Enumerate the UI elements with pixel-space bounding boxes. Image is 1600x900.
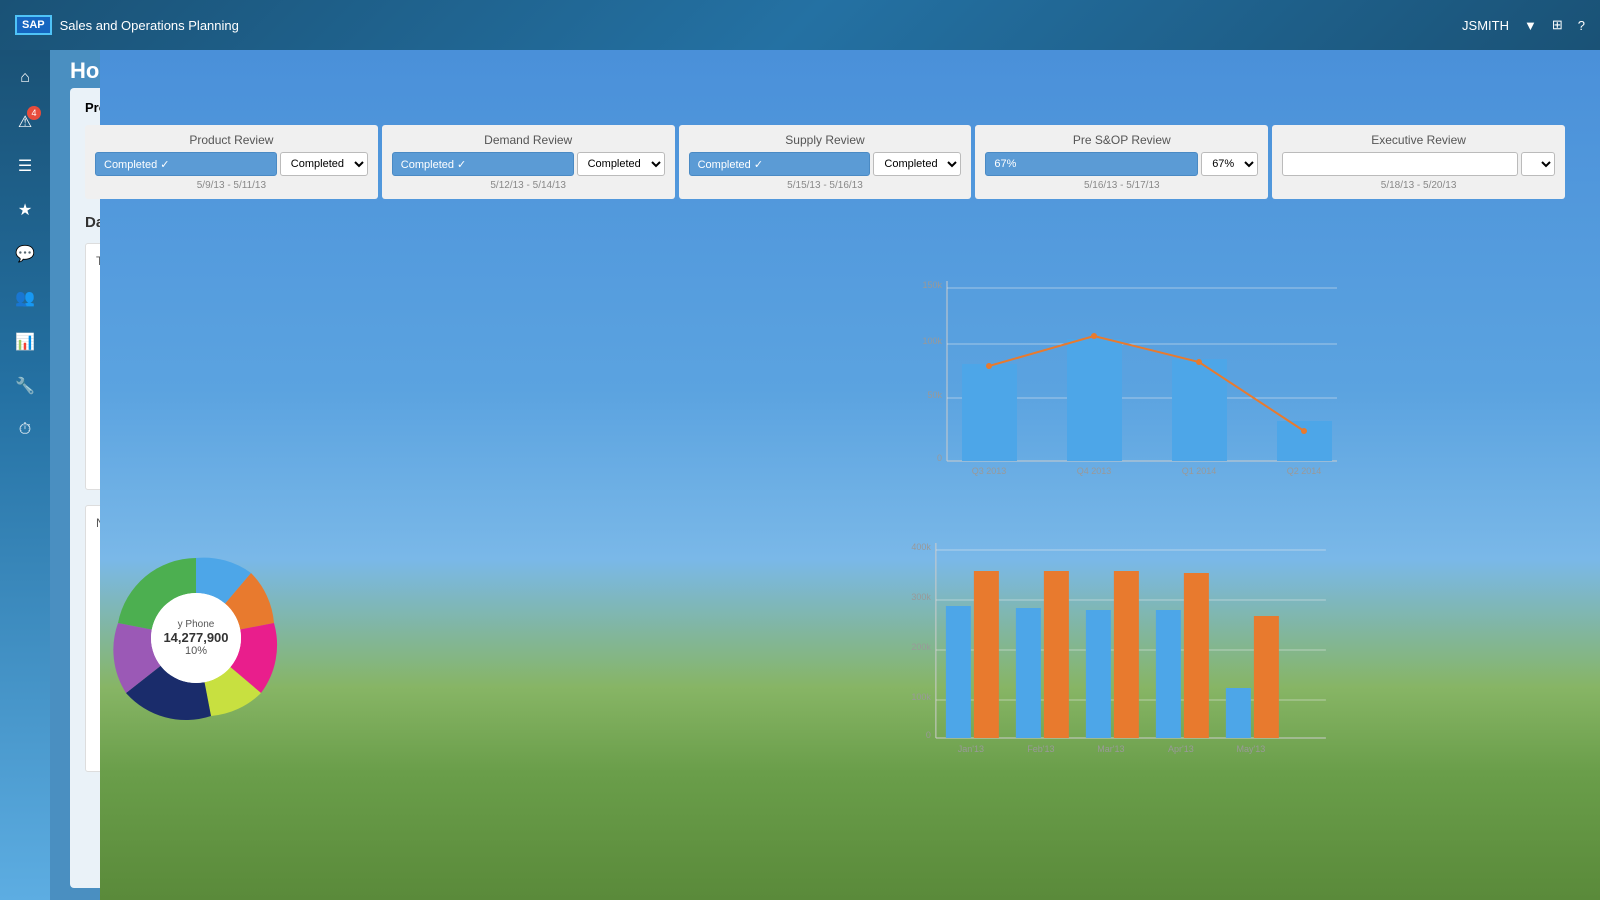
step-demand-review-date: 5/12/13 - 5/14/13: [392, 180, 665, 191]
pie-center-text: y Phone 14,277,900 10%: [151, 593, 241, 683]
npi-actuals-svg: 400k 300k 200k 100k 0: [844, 538, 1388, 758]
pie-center-label: y Phone: [178, 619, 215, 630]
svg-text:400k: 400k: [911, 542, 931, 552]
svg-text:Q3 2013: Q3 2013: [971, 466, 1006, 476]
step-presop-review-date: 5/16/13 - 5/17/13: [985, 180, 1258, 191]
svg-text:Q2 2014: Q2 2014: [1286, 466, 1321, 476]
main-layout: ⌂ ⚠ 4 ☰ ★ 💬 👥 📊 🔧 ⏱ Home Process: Global…: [0, 50, 1600, 900]
step-product-review-date: 5/9/13 - 5/11/13: [95, 180, 368, 191]
svg-text:Mar'13: Mar'13: [1097, 744, 1124, 754]
svg-text:Q4 2013: Q4 2013: [1076, 466, 1111, 476]
dropdown-arrow[interactable]: ▼: [1524, 18, 1537, 33]
step-product-review: Product Review Completed ✓ Completed 5/9…: [85, 125, 378, 199]
svg-text:300k: 300k: [911, 592, 931, 602]
proj-inv-line: [989, 336, 1304, 431]
step-executive-review-title: Executive Review: [1282, 133, 1555, 147]
step-presop-review-btn[interactable]: 67%: [985, 152, 1198, 176]
bar-apr-consensus: [1183, 573, 1208, 738]
svg-text:0: 0: [936, 453, 941, 463]
pie-wrapper: y Phone 14,277,900 10%: [96, 538, 296, 738]
alert-badge: 4: [27, 106, 41, 120]
bar-jan-actual: [945, 606, 970, 738]
sidebar: ⌂ ⚠ 4 ☰ ★ 💬 👥 📊 🔧 ⏱: [0, 50, 50, 900]
line-dot-1: [986, 363, 992, 369]
bar-feb-consensus: [1043, 571, 1068, 738]
step-executive-review-btn[interactable]: [1282, 152, 1518, 176]
top-right-nav: JSMITH ▼ ⊞ ?: [1462, 17, 1585, 33]
npi-target-svg: 150k 100k 50k 0: [844, 276, 1410, 476]
svg-text:Jan'13: Jan'13: [957, 744, 983, 754]
sidebar-item-star[interactable]: ★: [7, 192, 43, 228]
svg-text:Q1 2014: Q1 2014: [1181, 466, 1216, 476]
step-demand-review-dropdown[interactable]: Completed: [577, 152, 665, 176]
bar-mar-actual: [1085, 610, 1110, 738]
bar-may-actual: [1225, 688, 1250, 738]
step-presop-review: Pre S&OP Review 67% 67% 5/16/13 - 5/17/1…: [975, 125, 1268, 199]
svg-text:0: 0: [925, 730, 930, 740]
step-executive-review-date: 5/18/13 - 5/20/13: [1282, 180, 1555, 191]
step-product-review-title: Product Review: [95, 133, 368, 147]
sidebar-item-chart[interactable]: 📊: [7, 324, 43, 360]
step-product-review-btn[interactable]: Completed ✓: [95, 152, 277, 176]
pie-center-value: 14,277,900: [163, 630, 228, 645]
top-bar: SAP Sales and Operations Planning JSMITH…: [0, 0, 1600, 50]
svg-text:100k: 100k: [922, 336, 942, 346]
step-demand-review-title: Demand Review: [392, 133, 665, 147]
sidebar-item-tools[interactable]: 🔧: [7, 368, 43, 404]
bar-jan-consensus: [973, 571, 998, 738]
svg-text:200k: 200k: [911, 642, 931, 652]
help-icon[interactable]: ?: [1578, 18, 1585, 33]
bar-may-consensus: [1253, 616, 1278, 738]
svg-text:Apr'13: Apr'13: [1168, 744, 1194, 754]
bar-q2-2014: [1277, 421, 1332, 461]
step-supply-review-dropdown[interactable]: Completed: [873, 152, 961, 176]
app-title: Sales and Operations Planning: [60, 18, 239, 33]
pie-center-pct: 10%: [185, 645, 207, 657]
svg-text:50k: 50k: [927, 390, 942, 400]
sidebar-item-alert[interactable]: ⚠ 4: [7, 104, 43, 140]
grid-icon[interactable]: ⊞: [1552, 17, 1563, 33]
step-executive-review: Executive Review 5/18/13 - 5/20/13: [1272, 125, 1565, 199]
step-supply-review: Supply Review Completed ✓ Completed 5/15…: [679, 125, 972, 199]
svg-text:100k: 100k: [911, 692, 931, 702]
username[interactable]: JSMITH: [1462, 18, 1509, 33]
bar-q4: [1067, 339, 1122, 461]
step-demand-review: Demand Review Completed ✓ Completed 5/12…: [382, 125, 675, 199]
bar-apr-actual: [1155, 610, 1180, 738]
line-dot-2: [1091, 333, 1097, 339]
sidebar-item-timer[interactable]: ⏱: [7, 412, 43, 448]
sidebar-item-chat[interactable]: 💬: [7, 236, 43, 272]
steps-row: Product Review Completed ✓ Completed 5/9…: [85, 125, 1565, 199]
step-product-review-dropdown[interactable]: Completed: [280, 152, 368, 176]
sap-logo: SAP: [15, 15, 52, 35]
bar-q3: [962, 364, 1017, 461]
step-presop-review-title: Pre S&OP Review: [985, 133, 1258, 147]
sidebar-item-home[interactable]: ⌂: [7, 60, 43, 96]
svg-text:May'13: May'13: [1236, 744, 1265, 754]
line-dot-4: [1301, 428, 1307, 434]
svg-text:Feb'13: Feb'13: [1027, 744, 1054, 754]
sidebar-item-users[interactable]: 👥: [7, 280, 43, 316]
step-supply-review-btn[interactable]: Completed ✓: [689, 152, 871, 176]
bar-mar-consensus: [1113, 571, 1138, 738]
line-dot-3: [1196, 359, 1202, 365]
sidebar-item-list[interactable]: ☰: [7, 148, 43, 184]
svg-text:150k: 150k: [922, 280, 942, 290]
step-presop-review-dropdown[interactable]: 67%: [1201, 152, 1258, 176]
step-executive-review-dropdown[interactable]: [1521, 152, 1555, 176]
step-demand-review-btn[interactable]: Completed ✓: [392, 152, 574, 176]
step-supply-review-title: Supply Review: [689, 133, 962, 147]
step-supply-review-date: 5/15/13 - 5/16/13: [689, 180, 962, 191]
bar-feb-actual: [1015, 608, 1040, 738]
page-wrapper: Home Process: Global IBP 05/09/2013 ▼ Pr…: [50, 50, 1600, 900]
